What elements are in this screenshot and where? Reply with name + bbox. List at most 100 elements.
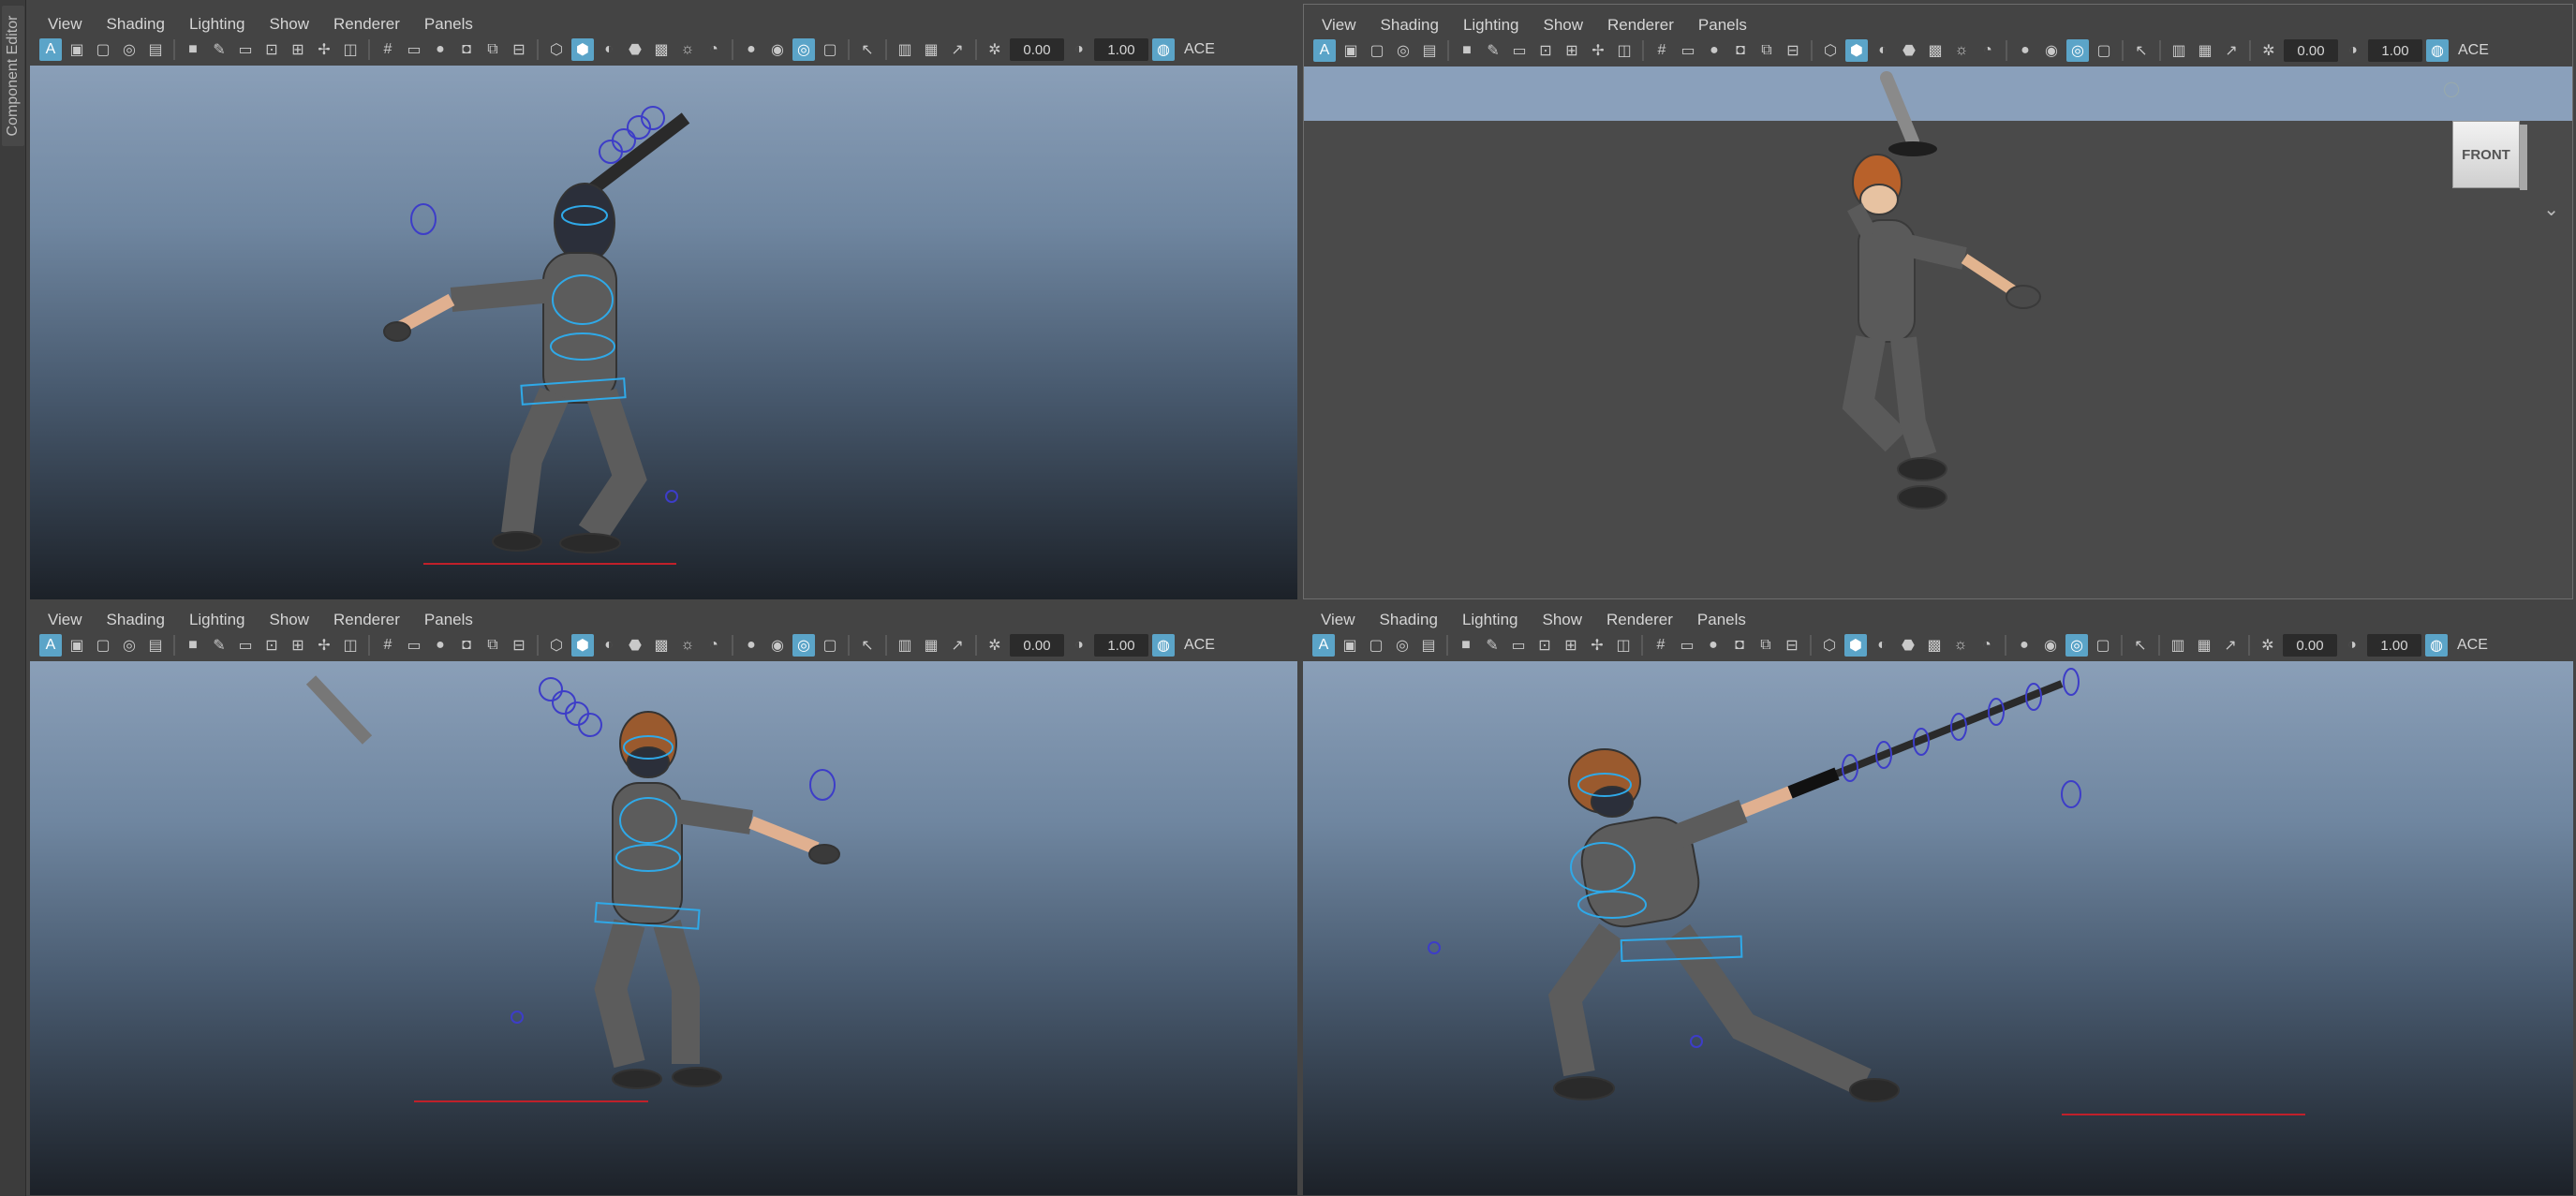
camera-icon[interactable]: ■ [182,634,204,657]
show-hud-icon[interactable]: ▥ [2168,39,2190,62]
exposure-field[interactable]: 0.00 [2283,634,2337,657]
film-gate-icon[interactable]: ▭ [234,38,257,61]
camera-icon[interactable]: ■ [1455,634,1477,657]
camera-attributes-icon[interactable]: ▣ [1339,634,1361,657]
grease-pencil-icon[interactable]: ✎ [208,38,230,61]
viewport-canvas[interactable] [30,66,1297,599]
color-space-label[interactable]: ACE [1178,41,1215,58]
menu-shading[interactable]: Shading [1369,16,1451,35]
color-space-label[interactable]: ACE [2451,637,2488,654]
smooth-shade-all-icon[interactable]: ⬢ [571,38,594,61]
xray-icon[interactable]: ⧉ [481,38,504,61]
grid-icon[interactable]: # [1651,39,1673,62]
resolution-gate-icon[interactable]: ⊡ [260,634,283,657]
default-material-icon[interactable]: ◘ [1728,634,1751,657]
exposure-icon[interactable]: ✲ [984,634,1006,657]
film-gate-icon[interactable]: ▭ [1508,39,1531,62]
motion-blur-icon[interactable]: ● [2014,39,2036,62]
xray-icon[interactable]: ⧉ [1755,39,1778,62]
color-management-toggle-icon[interactable]: ◍ [1152,38,1175,61]
safe-action-icon[interactable]: ⊞ [287,634,309,657]
pan-zoom-icon[interactable]: ↗ [2219,634,2242,657]
viewcube-side-face[interactable] [2520,125,2527,190]
menu-panels[interactable]: Panels [1686,16,1759,35]
menu-shading[interactable]: Shading [1368,611,1450,629]
menu-renderer[interactable]: Renderer [1595,16,1686,35]
smooth-shade-all-icon[interactable]: ⬢ [571,634,594,657]
bookmark-icon[interactable]: ▢ [1366,39,1388,62]
gate-mask-icon[interactable]: ◫ [1612,634,1635,657]
textured-icon[interactable]: ◐ [598,38,620,61]
xray-joints-icon[interactable]: ⊟ [1781,634,1803,657]
field-chart-icon[interactable]: ✢ [313,38,335,61]
xray-joints-icon[interactable]: ⊟ [1782,39,1804,62]
menu-renderer[interactable]: Renderer [321,15,412,34]
select-arrow-icon[interactable]: ↖ [856,38,879,61]
grid-icon[interactable]: # [1650,634,1672,657]
exposure-icon[interactable]: ✲ [2258,39,2280,62]
menu-show[interactable]: Show [1531,611,1595,629]
menu-view[interactable]: View [36,611,95,629]
lights-icon[interactable]: ☼ [676,634,699,657]
wireframe-on-shaded-icon[interactable]: ⬡ [1818,634,1841,657]
motion-blur-icon[interactable]: ● [740,38,762,61]
menu-show[interactable]: Show [1532,16,1596,35]
textured-icon[interactable]: ◐ [598,634,620,657]
gate-mask-icon[interactable]: ◫ [339,634,362,657]
film-gate-icon[interactable]: ▭ [234,634,257,657]
wireframe-icon[interactable]: ▭ [403,634,425,657]
safe-action-icon[interactable]: ⊞ [1561,39,1583,62]
menu-shading[interactable]: Shading [95,611,177,629]
gate-mask-icon[interactable]: ◫ [339,38,362,61]
color-space-label[interactable]: ACE [1178,637,1215,654]
textured-icon[interactable]: ◐ [1871,634,1893,657]
exposure-icon[interactable]: ✲ [2257,634,2279,657]
select-camera-icon[interactable]: A [1312,634,1335,657]
2d-pan-zoom-icon[interactable]: ▤ [1417,634,1440,657]
exposure-field[interactable]: 0.00 [1010,38,1064,61]
field-chart-icon[interactable]: ✢ [1586,634,1608,657]
shadows-icon[interactable]: ▩ [1923,634,1946,657]
gamma-field[interactable]: 1.00 [2367,634,2421,657]
gamma-icon[interactable]: ◑ [1068,38,1090,61]
bookmark-icon[interactable]: ▢ [92,634,114,657]
xray-joints-icon[interactable]: ⊟ [508,38,530,61]
menu-lighting[interactable]: Lighting [1451,16,1532,35]
motion-blur-icon[interactable]: ● [2013,634,2036,657]
select-camera-icon[interactable]: A [1313,39,1336,62]
smooth-shade-icon[interactable]: ● [1703,39,1725,62]
resolution-gate-icon[interactable]: ⊡ [1534,39,1557,62]
show-hud-icon[interactable]: ▥ [2167,634,2189,657]
wireframe-on-shaded-icon[interactable]: ⬡ [545,634,568,657]
gamma-field[interactable]: 1.00 [2368,39,2422,62]
xray-icon[interactable]: ⧉ [481,634,504,657]
lights-icon[interactable]: ☼ [676,38,699,61]
isolate-select-icon[interactable]: ▢ [819,38,841,61]
multisample-aa-icon[interactable]: ◉ [766,38,789,61]
safe-action-icon[interactable]: ⊞ [287,38,309,61]
menu-lighting[interactable]: Lighting [177,15,258,34]
select-arrow-icon[interactable]: ↖ [2130,39,2153,62]
menu-panels[interactable]: Panels [412,15,485,34]
gamma-field[interactable]: 1.00 [1094,634,1148,657]
depth-of-field-icon[interactable]: ◎ [792,634,815,657]
depth-of-field-icon[interactable]: ◎ [2065,634,2088,657]
resolution-icon[interactable]: ▦ [920,634,942,657]
gamma-icon[interactable]: ◑ [2341,634,2363,657]
field-chart-icon[interactable]: ✢ [1587,39,1609,62]
pan-zoom-icon[interactable]: ↗ [2220,39,2243,62]
resolution-icon[interactable]: ▦ [2193,634,2215,657]
chevron-down-icon[interactable]: ⌄ [2543,198,2559,221]
screen-space-ao-icon[interactable]: ◔ [703,38,725,61]
2d-pan-zoom-icon[interactable]: ▤ [144,634,167,657]
image-plane-icon[interactable]: ◎ [1392,39,1414,62]
viewcube[interactable]: FRONT [2452,121,2527,190]
safe-action-icon[interactable]: ⊞ [1560,634,1582,657]
smooth-shade-icon[interactable]: ● [429,38,452,61]
grid-icon[interactable]: # [377,634,399,657]
menu-shading[interactable]: Shading [95,15,177,34]
camera-icon[interactable]: ■ [1456,39,1478,62]
wireframe-icon[interactable]: ▭ [403,38,425,61]
use-all-lights-icon[interactable]: ⬣ [624,38,646,61]
screen-space-ao-icon[interactable]: ◔ [1976,634,1998,657]
